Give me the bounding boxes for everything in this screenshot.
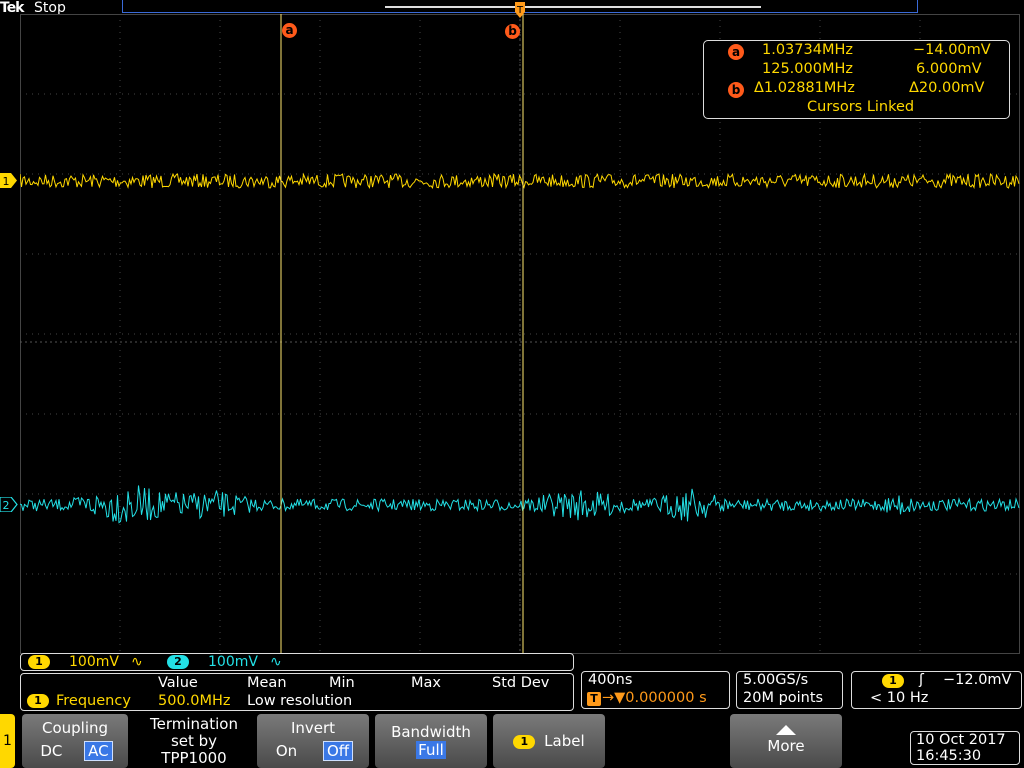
ch1-scale[interactable]: 100mV bbox=[69, 654, 119, 670]
label-title: Label bbox=[544, 732, 585, 750]
coupling-ac-option[interactable]: AC bbox=[84, 741, 113, 761]
delta-voltage: Δ20.00mV bbox=[909, 80, 985, 96]
svg-text:2: 2 bbox=[3, 499, 10, 512]
meas-header-max: Max bbox=[411, 675, 441, 691]
cursor-a-frequency: 1.03734MHz bbox=[762, 42, 853, 58]
cursor-b-frequency: 125.000MHz bbox=[762, 61, 853, 77]
meas-value: 500.0MHz bbox=[158, 693, 231, 709]
svg-text:T: T bbox=[516, 5, 524, 16]
ch2-badge[interactable]: 2 bbox=[167, 655, 189, 669]
ch1-coupling-icon: ∿ bbox=[131, 654, 143, 670]
ch2-coupling-icon: ∿ bbox=[270, 654, 282, 670]
measurement-panel: Value Mean Min Max Std Dev 1 Frequency 5… bbox=[20, 673, 574, 711]
termination-line2: set by bbox=[170, 732, 218, 750]
meas-name[interactable]: Frequency bbox=[56, 693, 131, 709]
cursors-linked-label: Cursors Linked bbox=[807, 99, 915, 115]
bandwidth-title: Bandwidth bbox=[391, 723, 471, 741]
more-title: More bbox=[767, 737, 805, 755]
meas-header-min: Min bbox=[329, 675, 355, 691]
meas-note: Low resolution bbox=[247, 693, 353, 709]
more-button[interactable]: More bbox=[730, 714, 842, 768]
cursor-readout: a 1.03734MHz −14.00mV 125.000MHz 6.000mV… bbox=[703, 40, 1010, 119]
record-view-window bbox=[385, 6, 761, 8]
date: 10 Oct 2017 bbox=[916, 732, 1006, 748]
meas-header-stddev: Std Dev bbox=[492, 675, 550, 691]
ch1-badge[interactable]: 1 bbox=[28, 655, 50, 669]
termination-button[interactable]: Termination set by TPP1000 bbox=[138, 714, 250, 768]
label-button[interactable]: 1 Label bbox=[493, 714, 605, 768]
coupling-dc-option[interactable]: DC bbox=[37, 742, 65, 760]
invert-button[interactable]: Invert On Off bbox=[257, 714, 369, 768]
termination-line1: Termination bbox=[150, 715, 238, 733]
trigger-level: −12.0mV bbox=[943, 672, 1012, 688]
sample-rate: 5.00GS/s bbox=[743, 672, 809, 688]
trigger-frequency: < 10 Hz bbox=[870, 690, 929, 706]
ch2-ground-marker[interactable]: 2 bbox=[0, 497, 18, 512]
meas-source-badge: 1 bbox=[27, 694, 49, 708]
trigger-position-marker: T bbox=[515, 2, 525, 18]
bandwidth-button[interactable]: Bandwidth Full bbox=[375, 714, 487, 768]
invert-off-option[interactable]: Off bbox=[322, 741, 354, 761]
delta-frequency: Δ1.02881MHz bbox=[754, 80, 855, 96]
timebase: 400ns bbox=[588, 672, 633, 688]
cursor-a-voltage: −14.00mV bbox=[913, 42, 991, 58]
meas-header-value: Value bbox=[158, 675, 198, 691]
chevron-up-icon bbox=[776, 725, 796, 735]
record-length: 20M points bbox=[743, 690, 824, 706]
label-ch-badge: 1 bbox=[513, 734, 536, 749]
date-time-panel: 10 Oct 2017 16:45:30 bbox=[910, 731, 1020, 765]
svg-text:1: 1 bbox=[3, 175, 10, 188]
coupling-title: Coupling bbox=[41, 719, 109, 737]
ch1-ground-marker[interactable]: 1 bbox=[0, 173, 18, 188]
cursor-a-tag[interactable]: a bbox=[282, 23, 297, 38]
trigger-panel[interactable]: 1 ʃ −12.0mV < 10 Hz bbox=[851, 671, 1022, 709]
channel-status-bar: 1 100mV ∿ 2 100mV ∿ bbox=[20, 653, 574, 671]
cursor-b-voltage: 6.000mV bbox=[916, 61, 982, 77]
cursor-b-tag[interactable]: b bbox=[505, 24, 520, 39]
cursor-b-badge: b bbox=[728, 82, 744, 98]
invert-title: Invert bbox=[290, 719, 336, 737]
acquisition-panel[interactable]: 5.00GS/s 20M points bbox=[736, 671, 843, 709]
trigger-icon: T bbox=[587, 692, 601, 706]
coupling-button[interactable]: Coupling DC AC bbox=[22, 714, 128, 768]
meas-header-mean: Mean bbox=[247, 675, 287, 691]
horizontal-panel[interactable]: 400ns T →▼0.000000 s bbox=[581, 671, 730, 709]
bandwidth-value: Full bbox=[416, 741, 446, 759]
horizontal-position: →▼0.000000 s bbox=[602, 690, 707, 706]
channel-menu-tab[interactable]: 1 bbox=[0, 714, 15, 768]
termination-line3: TPP1000 bbox=[161, 749, 227, 767]
trigger-source-badge: 1 bbox=[882, 674, 904, 688]
time: 16:45:30 bbox=[916, 748, 982, 764]
ch2-scale[interactable]: 100mV bbox=[208, 654, 258, 670]
cursor-a-badge: a bbox=[728, 44, 744, 60]
invert-on-option[interactable]: On bbox=[273, 742, 300, 760]
trigger-slope-icon: ʃ bbox=[919, 672, 924, 688]
